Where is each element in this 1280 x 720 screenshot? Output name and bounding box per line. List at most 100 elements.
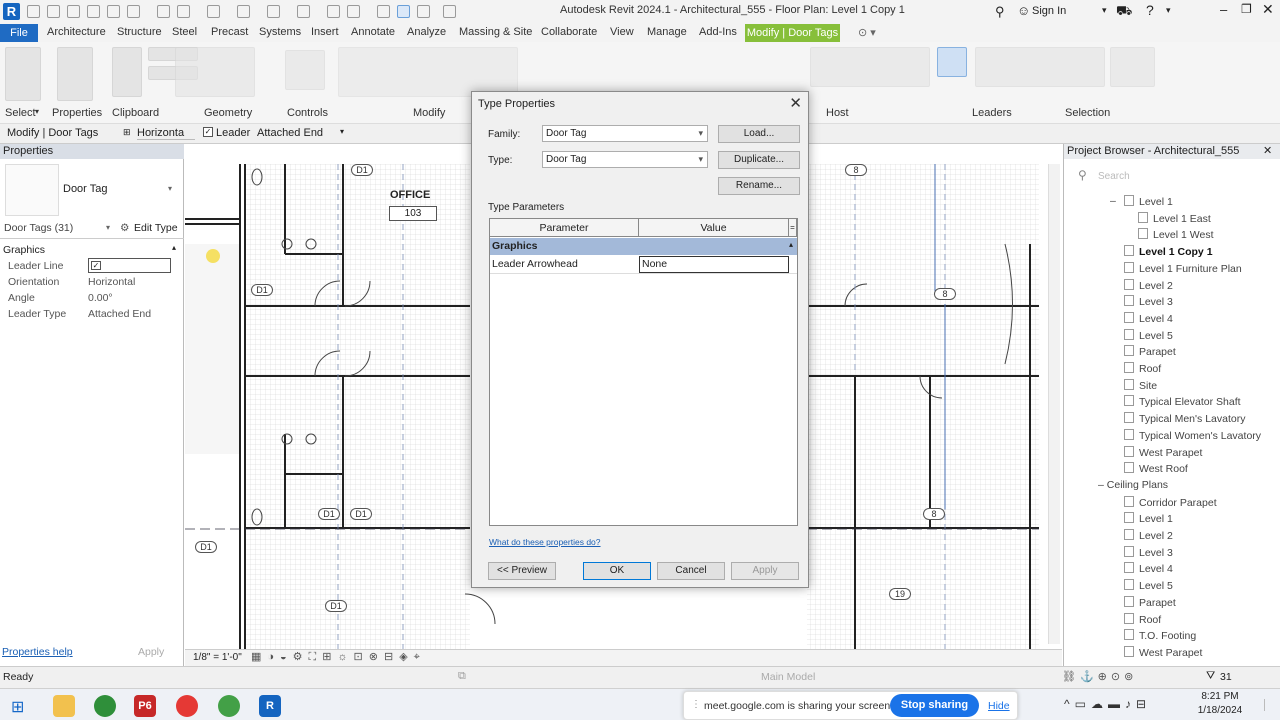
- help-link[interactable]: What do these properties do?: [489, 537, 601, 547]
- thin-lines-icon[interactable]: [297, 5, 310, 18]
- parameter-column-header[interactable]: Parameter: [490, 219, 639, 237]
- tab-massing-site[interactable]: Massing & Site: [459, 26, 532, 38]
- undo-icon[interactable]: [87, 5, 100, 18]
- maximize-icon[interactable]: ❐: [1241, 2, 1252, 16]
- tree-item-view[interactable]: Level 1 Furniture Plan: [1124, 261, 1242, 275]
- close-icon[interactable]: ✕: [789, 94, 802, 112]
- tree-item-view[interactable]: Level 1: [1124, 195, 1173, 208]
- door-tag[interactable]: D1: [350, 508, 372, 520]
- sign-in-link[interactable]: Sign In: [1032, 5, 1066, 17]
- tree-item-view[interactable]: Site: [1124, 378, 1157, 392]
- tree-item-view[interactable]: Level 4: [1124, 311, 1173, 325]
- 3d-view-icon[interactable]: [237, 5, 250, 18]
- view-controls-icon[interactable]: ▦◑◒⚙⛶⊞☼⊡⊗⊟◈⌖: [251, 650, 426, 664]
- clock-time[interactable]: 8:21 PM: [1191, 691, 1249, 702]
- tree-item-view[interactable]: Typical Men's Lavatory: [1124, 412, 1245, 425]
- chrome-icon[interactable]: [94, 695, 116, 717]
- tree-item-view[interactable]: Roof: [1124, 362, 1161, 375]
- close-hidden-icon[interactable]: [327, 5, 340, 18]
- door-tag[interactable]: D1: [325, 600, 347, 612]
- select-dropdown-icon[interactable]: ▾: [35, 107, 39, 116]
- column-menu-icon[interactable]: =: [789, 219, 797, 237]
- leader-line-field[interactable]: ✓: [88, 258, 171, 273]
- show-desktop-button[interactable]: [1264, 699, 1272, 711]
- tree-item-view[interactable]: Level 5: [1124, 328, 1173, 342]
- selection-tools-icon[interactable]: ⛓⚓⊕⊙⊚: [1062, 670, 1137, 683]
- instance-selector[interactable]: Door Tags (31): [4, 222, 73, 234]
- windows-start-icon[interactable]: ⊞: [11, 697, 24, 717]
- leader-tool-icon[interactable]: [937, 47, 967, 77]
- tab-systems[interactable]: Systems: [259, 26, 301, 38]
- clock-date[interactable]: 1/18/2024: [1191, 705, 1249, 716]
- chrome-icon[interactable]: [176, 695, 198, 717]
- leaders-tools-icon[interactable]: [975, 47, 1105, 87]
- scale-select[interactable]: 1/8" = 1'-0": [193, 652, 242, 663]
- tree-item-ceiling-plan[interactable]: Level 2: [1124, 529, 1173, 542]
- room-name[interactable]: OFFICE: [390, 189, 430, 201]
- selector-dropdown-icon[interactable]: ▾: [106, 223, 110, 232]
- orientation-select[interactable]: Horizonta: [137, 127, 195, 140]
- sync-icon[interactable]: [67, 5, 80, 18]
- revit-taskbar-icon[interactable]: R: [259, 695, 281, 717]
- tab-insert[interactable]: Insert: [311, 26, 339, 38]
- section-icon[interactable]: [267, 5, 280, 18]
- duplicate-button[interactable]: Duplicate...: [718, 151, 800, 169]
- tree-item-ceiling-plan[interactable]: Corridor Parapet: [1124, 495, 1217, 509]
- drag-handle-icon[interactable]: ⋮: [691, 699, 701, 710]
- tree-item-view[interactable]: Typical Elevator Shaft: [1124, 395, 1241, 408]
- vertical-scrollbar[interactable]: [1048, 164, 1060, 644]
- leader-type-select[interactable]: Attached End: [257, 127, 323, 139]
- measure-icon[interactable]: [157, 5, 170, 18]
- tab-architecture[interactable]: Architecture: [47, 26, 106, 38]
- leader-type-value[interactable]: Attached End: [88, 308, 151, 320]
- paste-icon[interactable]: [112, 47, 142, 97]
- edit-type-button[interactable]: Edit Type: [134, 222, 178, 234]
- ribbon-toggle-icon[interactable]: ⊙ ▾: [858, 26, 876, 39]
- worksets-icon[interactable]: ⧉: [458, 670, 466, 683]
- grid-label[interactable]: 8: [845, 164, 867, 176]
- tab-file[interactable]: File: [0, 24, 38, 42]
- leader-checkbox[interactable]: ✓: [203, 127, 213, 137]
- collapse-icon[interactable]: –: [1110, 195, 1116, 207]
- stop-sharing-button[interactable]: Stop sharing: [890, 694, 979, 717]
- tab-structure[interactable]: Structure: [117, 26, 162, 38]
- dimension-icon[interactable]: [177, 5, 190, 18]
- close-icon[interactable]: ✕: [1262, 1, 1274, 18]
- tab-view[interactable]: View: [610, 26, 634, 38]
- tree-item-ceiling-plan[interactable]: Parapet: [1124, 595, 1176, 609]
- properties-tool-icon[interactable]: [57, 47, 93, 101]
- hide-link[interactable]: Hide: [988, 700, 1010, 712]
- room-number[interactable]: 103: [389, 206, 437, 221]
- grid-label[interactable]: 8: [923, 508, 945, 520]
- help-icon[interactable]: ?: [1146, 2, 1154, 18]
- load-button[interactable]: Load...: [718, 125, 800, 143]
- tab-add-ins[interactable]: Add-Ins: [699, 26, 737, 38]
- sign-in-dropdown-icon[interactable]: ▾: [1102, 5, 1107, 16]
- leader-line-checkbox[interactable]: ✓: [91, 261, 101, 270]
- ok-button[interactable]: OK: [583, 562, 651, 580]
- revit-logo-icon[interactable]: R: [3, 3, 20, 20]
- collapse-icon[interactable]: ▴: [789, 240, 793, 249]
- search-input[interactable]: Search: [1098, 171, 1130, 182]
- file-explorer-icon[interactable]: [53, 695, 75, 717]
- graphics-group-header[interactable]: Graphics: [3, 244, 45, 256]
- tree-item-ceiling-plan[interactable]: Level 3: [1124, 545, 1173, 559]
- properties-help-link[interactable]: Properties help: [2, 646, 73, 658]
- tree-item-ceiling-plan[interactable]: T.O. Footing: [1124, 629, 1196, 642]
- tab-analyze[interactable]: Analyze: [407, 26, 446, 38]
- preview-button[interactable]: << Preview: [488, 562, 556, 580]
- cancel-button[interactable]: Cancel: [657, 562, 725, 580]
- type-select[interactable]: Door Tag ▾: [542, 151, 708, 168]
- window-icon[interactable]: [417, 5, 430, 18]
- tree-item-view[interactable]: Level 1 West: [1138, 228, 1214, 241]
- apply-button[interactable]: Apply: [138, 646, 164, 658]
- help-dropdown-icon[interactable]: ▾: [1166, 5, 1171, 16]
- tab-annotate[interactable]: Annotate: [351, 26, 395, 38]
- geometry-tools-icon[interactable]: [175, 47, 255, 97]
- tab-steel[interactable]: Steel: [172, 26, 197, 38]
- value-column-header[interactable]: Value: [639, 219, 789, 237]
- system-tray-icons[interactable]: ^▭☁▬♪⊟: [1064, 697, 1151, 711]
- tile-icon[interactable]: [377, 5, 390, 18]
- binoculars-icon[interactable]: ⚲: [995, 4, 1005, 20]
- main-model-select[interactable]: Main Model: [761, 671, 815, 683]
